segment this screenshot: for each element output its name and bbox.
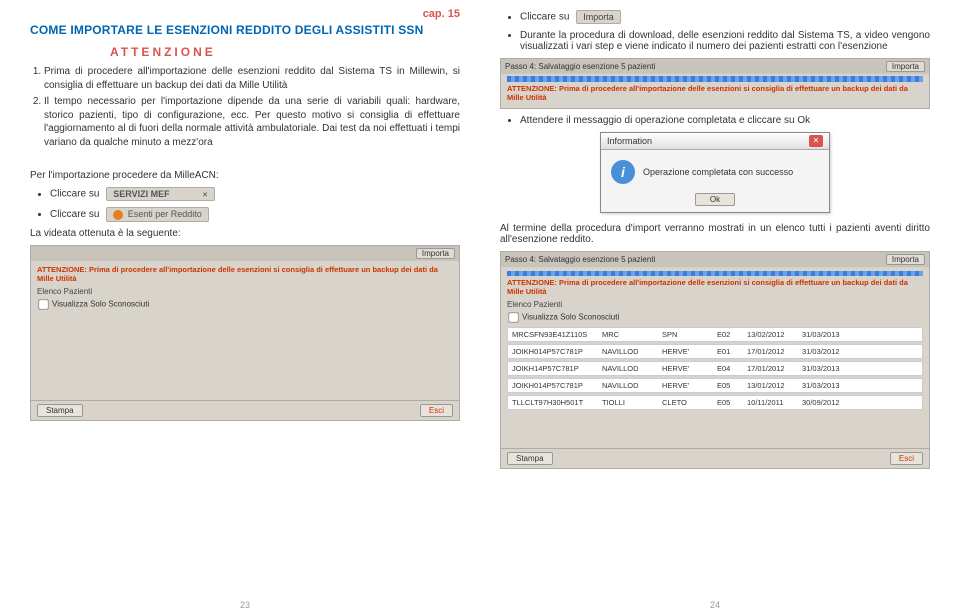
instruction-item: Prima di procedere all'importazione dell… xyxy=(44,65,460,92)
importa-button[interactable]: Importa xyxy=(886,61,925,72)
visualizza-checkbox[interactable] xyxy=(508,312,518,322)
cell: E01 xyxy=(717,347,747,356)
ss-warning: ATTENZIONE: Prima di procedere all'impor… xyxy=(507,278,923,296)
cell: 30/09/2012 xyxy=(802,398,857,407)
close-icon[interactable]: ✕ xyxy=(809,135,823,147)
dialog-title: Information xyxy=(607,136,652,146)
cell: SPN xyxy=(662,330,717,339)
cell: NAVILLOD xyxy=(602,364,662,373)
cell: JOIKH014P57C781P xyxy=(512,347,602,356)
table-row[interactable]: JOIKH014P57C781PNAVILLODHERVE'E0117/01/2… xyxy=(507,344,923,359)
cell: TIOLLI xyxy=(602,398,662,407)
cell: NAVILLOD xyxy=(602,347,662,356)
chapter-label: cap. 15 xyxy=(30,8,460,20)
progress-bar xyxy=(507,271,923,276)
cell: 17/01/2012 xyxy=(747,364,802,373)
stampa-button[interactable]: Stampa xyxy=(37,404,83,417)
ss-warning: ATTENZIONE: Prima di procedere all'impor… xyxy=(37,265,453,283)
cell: MRC xyxy=(602,330,662,339)
table-row[interactable]: MRCSFN93E41Z110SMRCSPNE0213/02/201231/03… xyxy=(507,327,923,342)
ss-checkbox-row: Visualizza Solo Sconosciuti xyxy=(37,298,453,311)
cell: 31/03/2013 xyxy=(802,381,857,390)
visualizza-checkbox[interactable] xyxy=(38,299,48,309)
page-title: COME IMPORTARE LE ESENZIONI REDDITO DEGL… xyxy=(30,23,460,37)
cell: 13/02/2012 xyxy=(747,330,802,339)
table-row[interactable]: JOIKH14P57C781PNAVILLODHERVE'E0417/01/20… xyxy=(507,361,923,376)
ss-step-label: Passo 4: Salvataggio esenzione 5 pazient… xyxy=(505,255,655,264)
esci-button[interactable]: Esci xyxy=(890,452,923,465)
cell: 13/01/2012 xyxy=(747,381,802,390)
per-import-label: Per l'importazione procedere da MilleACN… xyxy=(30,170,460,181)
cell: E02 xyxy=(717,330,747,339)
dialog-message: Operazione completata con successo xyxy=(643,167,793,177)
cell: TLLCLT97H30H501T xyxy=(512,398,602,407)
page-number-left: 23 xyxy=(240,600,250,610)
cell: HERVE' xyxy=(662,347,717,356)
al-termine-text: Al termine della procedura d'import verr… xyxy=(500,223,930,245)
screenshot-empty-list: Importa ATTENZIONE: Prima di procedere a… xyxy=(30,245,460,421)
cell: 10/11/2011 xyxy=(747,398,802,407)
orange-icon xyxy=(113,210,123,220)
info-dialog: Information ✕ i Operazione completata co… xyxy=(600,132,830,213)
click-item: Cliccare su Importa xyxy=(520,10,930,24)
cell: 31/03/2013 xyxy=(802,330,857,339)
esci-button[interactable]: Esci xyxy=(420,404,453,417)
ss-section-label: Elenco Pazienti xyxy=(37,287,453,296)
instruction-list: Prima di procedere all'importazione dell… xyxy=(30,65,460,149)
cell: CLETO xyxy=(662,398,717,407)
click-item: Cliccare su Esenti per Reddito xyxy=(50,207,460,222)
cell: 31/03/2012 xyxy=(802,347,857,356)
attendere-text: Attendere il messaggio di operazione com… xyxy=(520,115,930,126)
screenshot-download-step: Passo 4: Salvataggio esenzione 5 pazient… xyxy=(500,58,930,109)
info-icon: i xyxy=(611,160,635,184)
cell: E04 xyxy=(717,364,747,373)
importa-inline-button[interactable]: Importa xyxy=(576,10,621,24)
cell: JOIKH014P57C781P xyxy=(512,381,602,390)
servizi-mef-button[interactable]: SERVIZI MEF ✕ xyxy=(106,187,215,201)
cell: NAVILLOD xyxy=(602,381,662,390)
instruction-item: Il tempo necessario per l'importazione d… xyxy=(44,95,460,149)
cell: 17/01/2012 xyxy=(747,347,802,356)
videata-label: La videata ottenuta è la seguente: xyxy=(30,228,460,239)
stampa-button[interactable]: Stampa xyxy=(507,452,553,465)
page-number-right: 24 xyxy=(710,600,720,610)
cell: MRCSFN93E41Z110S xyxy=(512,330,602,339)
durante-text: Durante la procedura di download, delle … xyxy=(520,30,930,52)
attention-heading: ATTENZIONE xyxy=(30,45,460,59)
cell: HERVE' xyxy=(662,381,717,390)
importa-button[interactable]: Importa xyxy=(886,254,925,265)
cell: 31/03/2013 xyxy=(802,364,857,373)
table-row[interactable]: TLLCLT97H30H501TTIOLLICLETOE0510/11/2011… xyxy=(507,395,923,410)
cell: E05 xyxy=(717,381,747,390)
cell: JOIKH14P57C781P xyxy=(512,364,602,373)
progress-bar xyxy=(507,76,923,82)
table-row[interactable]: JOIKH014P57C781PNAVILLODHERVE'E0513/01/2… xyxy=(507,378,923,393)
esenti-reddito-button[interactable]: Esenti per Reddito xyxy=(106,207,209,222)
ss-checkbox-row: Visualizza Solo Sconosciuti xyxy=(507,311,923,324)
screenshot-result-list: Passo 4: Salvataggio esenzione 5 pazient… xyxy=(500,251,930,469)
importa-button[interactable]: Importa xyxy=(416,248,455,259)
cell: E05 xyxy=(717,398,747,407)
cell: HERVE' xyxy=(662,364,717,373)
ss-section-label: Elenco Pazienti xyxy=(507,300,923,309)
click-item: Cliccare su SERVIZI MEF ✕ xyxy=(50,187,460,201)
ok-button[interactable]: Ok xyxy=(695,193,735,206)
ss-step-label: Passo 4: Salvataggio esenzione 5 pazient… xyxy=(505,62,655,71)
ss-warning: ATTENZIONE: Prima di procedere all'impor… xyxy=(507,84,923,102)
